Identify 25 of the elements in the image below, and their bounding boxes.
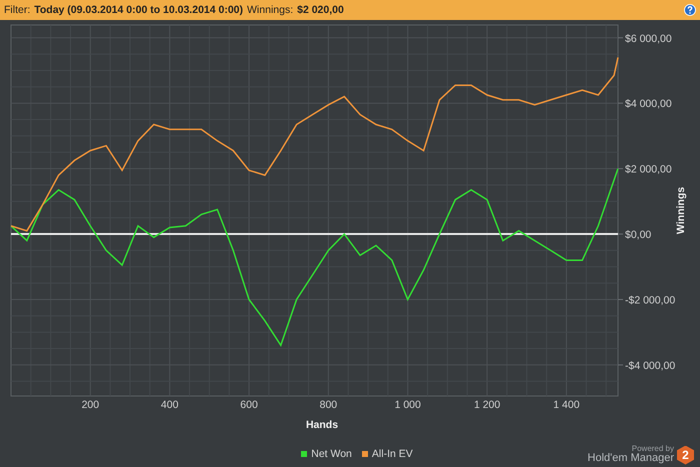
filter-value: Today (09.03.2014 0:00 to 10.03.2014 0:00) (34, 4, 244, 16)
x-tick-label: 1 000 (394, 399, 421, 411)
version-badge: 2 (677, 446, 694, 465)
product-name: Hold'em Manager (588, 453, 674, 465)
help-icon[interactable] (684, 4, 696, 16)
x-tick-label: 600 (240, 399, 258, 411)
powered-by-text: Powered by (632, 445, 674, 454)
x-tick-label: 1 400 (553, 399, 580, 411)
x-tick-label: 200 (82, 399, 100, 411)
x-tick-label: 400 (160, 399, 178, 411)
x-tick-label: 800 (320, 399, 338, 411)
legend-label: All-In EV (372, 448, 413, 460)
filter-label: Filter: (4, 4, 30, 16)
y-tick-label: -$2 000,00 (625, 294, 676, 306)
winnings-value: $2 020,00 (297, 4, 344, 16)
y-axis-title: Winnings (675, 186, 687, 234)
winnings-label: Winnings: (247, 4, 294, 16)
y-tick-label: $6 000,00 (625, 32, 672, 45)
legend-label: Net Won (311, 448, 352, 460)
y-tick-label: $0,00 (625, 229, 652, 242)
y-tick-label: -$4 000,00 (625, 360, 676, 372)
y-tick-label: $2 000,00 (625, 164, 672, 176)
y-tick-label: $4 000,00 (625, 98, 672, 110)
x-axis-title: Hands (306, 419, 338, 431)
x-tick-label: 1 200 (474, 399, 500, 411)
